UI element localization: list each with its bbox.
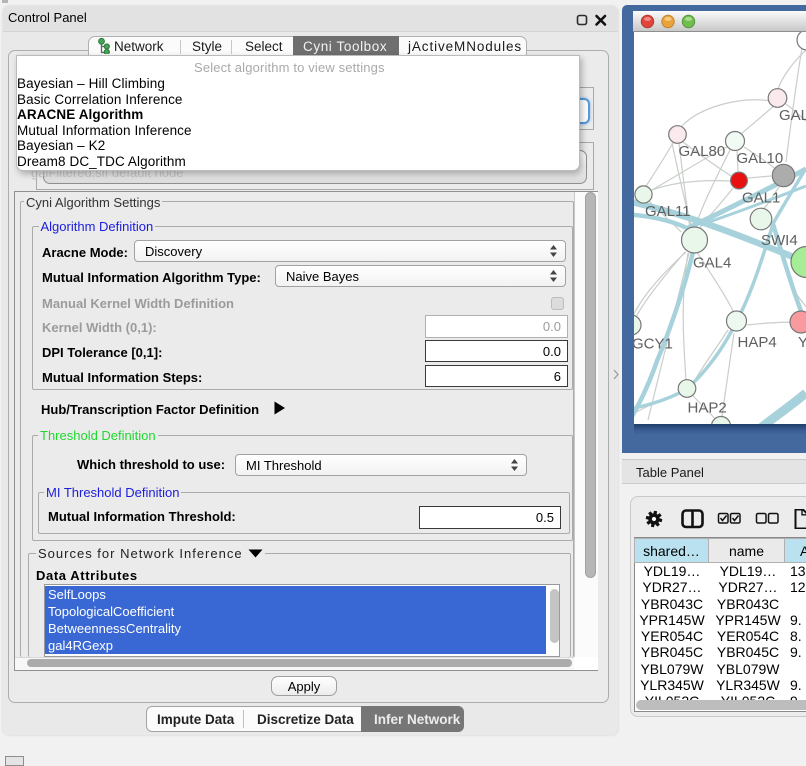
svg-text:YD: YD xyxy=(798,334,806,351)
svg-text:GAL80: GAL80 xyxy=(679,143,726,160)
svg-text:GAL10: GAL10 xyxy=(737,150,784,167)
svg-text:HAP4: HAP4 xyxy=(738,334,777,351)
svg-text:GAL11: GAL11 xyxy=(645,203,691,220)
svg-text:HAP2: HAP2 xyxy=(688,400,727,417)
svg-text:GAL1: GAL1 xyxy=(742,190,780,207)
svg-text:GAL2: GAL2 xyxy=(779,107,806,124)
svg-text:SWI4: SWI4 xyxy=(761,232,798,249)
svg-text:GAL4: GAL4 xyxy=(693,255,731,272)
svg-text:GCY1: GCY1 xyxy=(634,336,673,353)
